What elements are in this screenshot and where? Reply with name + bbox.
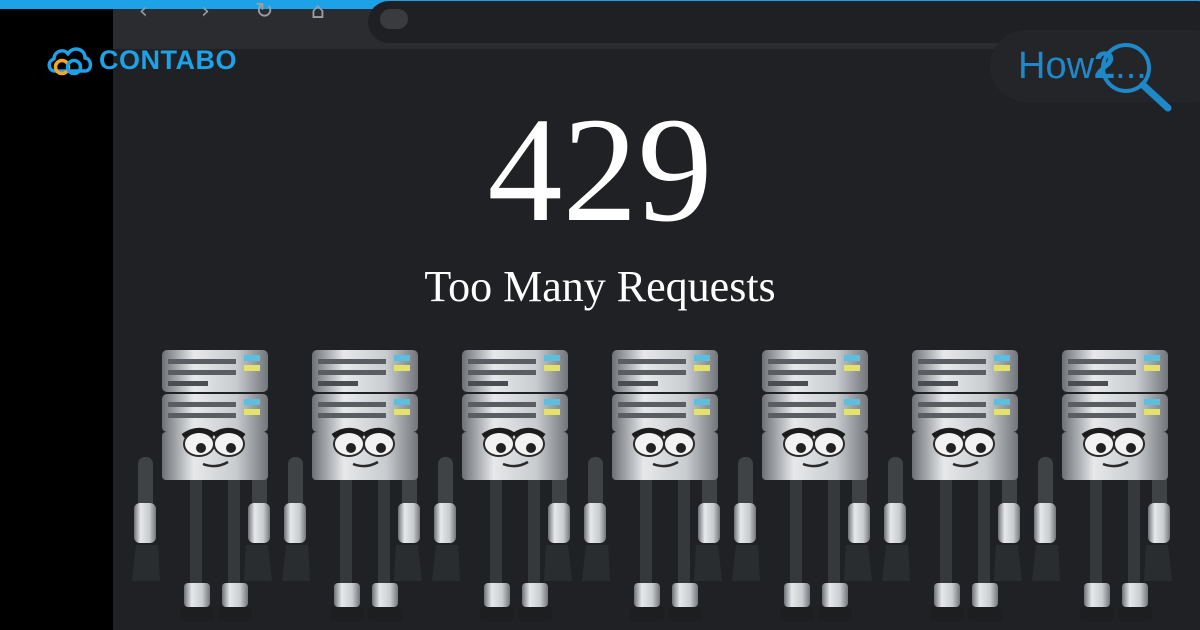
- server-robot: [130, 345, 280, 630]
- error-message: Too Many Requests: [424, 262, 776, 311]
- forward-arrow-icon[interactable]: ›: [201, 1, 210, 23]
- server-robot: [280, 345, 430, 630]
- server-robot: [430, 345, 580, 630]
- home-icon[interactable]: ⌂: [311, 1, 325, 23]
- how2-prefix: How: [1018, 45, 1095, 87]
- server-robot-illustration: [0, 345, 1200, 630]
- error-code: 429: [487, 87, 713, 253]
- site-info-icon[interactable]: [380, 9, 408, 29]
- reload-icon[interactable]: ↻: [255, 1, 273, 23]
- contabo-logo: CONTABO: [45, 40, 237, 80]
- server-robot: [1030, 345, 1180, 630]
- cloud-logo-icon: [47, 47, 93, 76]
- server-robot: [880, 345, 1030, 630]
- back-arrow-icon[interactable]: ‹: [139, 1, 148, 23]
- server-robot: [580, 345, 730, 630]
- contabo-wordmark: CONTABO: [99, 44, 237, 75]
- server-robot: [730, 345, 880, 630]
